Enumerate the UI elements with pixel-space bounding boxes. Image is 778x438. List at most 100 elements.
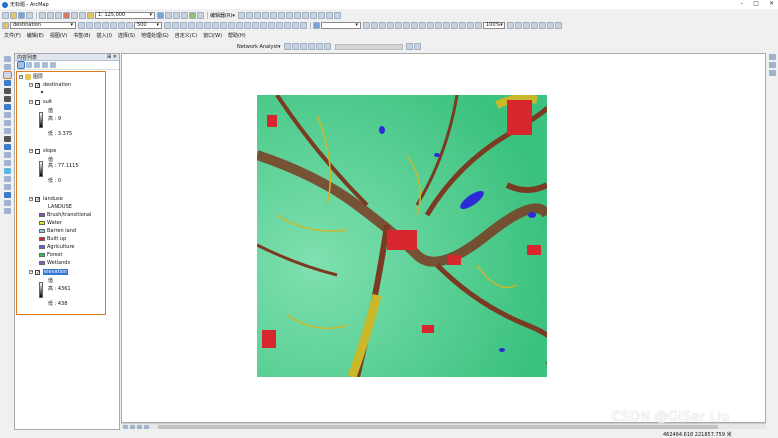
- layer-visibility-checkbox[interactable]: ✓: [35, 82, 40, 88]
- menu-view[interactable]: 视图(V): [50, 32, 67, 39]
- catalog-dock-icon[interactable]: [769, 54, 776, 60]
- viewer-window-icon[interactable]: [4, 208, 11, 214]
- na-tool-icon[interactable]: [299, 43, 307, 50]
- minimize-icon[interactable]: –: [740, 0, 743, 7]
- georef-tool-icon[interactable]: [443, 21, 450, 29]
- georef-tool-icon[interactable]: [451, 21, 458, 29]
- na-window-icon[interactable]: [283, 43, 291, 50]
- pause-drawing-icon[interactable]: [144, 424, 149, 429]
- trace-icon[interactable]: [261, 11, 269, 19]
- collapse-icon[interactable]: −: [29, 100, 33, 104]
- list-by-drawing-order-icon[interactable]: [17, 61, 25, 69]
- map-raster[interactable]: [257, 95, 547, 377]
- maximize-icon[interactable]: □: [753, 0, 759, 7]
- list-by-visibility-icon[interactable]: [34, 62, 40, 68]
- georef-tool-icon[interactable]: [411, 21, 418, 29]
- pan-icon[interactable]: [78, 21, 85, 29]
- raster-tool-icon[interactable]: [260, 21, 267, 29]
- layer-visibility-checkbox[interactable]: ✓: [35, 269, 40, 275]
- raster-tool-icon[interactable]: [180, 21, 187, 29]
- copy-icon[interactable]: [47, 11, 54, 19]
- arctoolbox-icon[interactable]: [189, 11, 196, 19]
- full-extent-tool-icon[interactable]: [4, 80, 11, 86]
- sketch-properties-icon[interactable]: [325, 11, 333, 19]
- split-icon[interactable]: [301, 11, 309, 19]
- point-icon[interactable]: [269, 11, 277, 19]
- zoom-in-icon[interactable]: [4, 56, 11, 62]
- na-tool-icon[interactable]: [323, 43, 331, 50]
- layout-tool-icon[interactable]: [547, 21, 554, 29]
- find-icon[interactable]: [4, 176, 11, 182]
- georef-tool-icon[interactable]: [419, 21, 426, 29]
- arctoolbox-dock-icon[interactable]: [769, 70, 776, 76]
- edit-vertices-icon[interactable]: [277, 11, 285, 19]
- network-analyst-menu[interactable]: Network Analyst▾: [237, 44, 281, 50]
- paste-icon[interactable]: [55, 11, 62, 19]
- search-window-icon[interactable]: [181, 11, 188, 19]
- georef-tool-icon[interactable]: [475, 21, 482, 29]
- menu-bookmarks[interactable]: 书签(B): [73, 32, 90, 39]
- zoom-combo[interactable]: 100% ▾: [483, 21, 505, 29]
- select-elements-icon[interactable]: [4, 136, 11, 142]
- na-tool-icon[interactable]: [315, 43, 323, 50]
- georef-tool-icon[interactable]: [403, 21, 410, 29]
- layout-tool-icon[interactable]: [523, 21, 530, 29]
- toc-layer-landuse[interactable]: − ✓ landuse: [29, 196, 63, 202]
- georef-tool-icon[interactable]: [467, 21, 474, 29]
- fixed-zoom-out-tool-icon[interactable]: [4, 96, 11, 102]
- layout-tool-icon[interactable]: [531, 21, 538, 29]
- raster-tool-icon[interactable]: [212, 21, 219, 29]
- collapse-icon[interactable]: −: [19, 74, 23, 79]
- layer-combo[interactable]: destination ▾: [10, 21, 76, 29]
- raster-tool-icon[interactable]: [236, 21, 243, 29]
- attributes-icon[interactable]: [317, 11, 325, 19]
- raster-tool-icon[interactable]: [172, 21, 179, 29]
- find-route-icon[interactable]: [4, 184, 11, 190]
- cut-icon[interactable]: [39, 11, 46, 19]
- create-features-icon[interactable]: [333, 11, 341, 19]
- collapse-icon[interactable]: −: [29, 197, 33, 201]
- go-to-xy-icon[interactable]: [4, 192, 11, 198]
- add-data-icon[interactable]: [87, 11, 94, 19]
- list-by-source-icon[interactable]: [26, 62, 32, 68]
- rotate-icon[interactable]: [309, 11, 317, 19]
- identify-icon[interactable]: [4, 144, 11, 150]
- raster-tool-icon[interactable]: [276, 21, 283, 29]
- time-slider-icon[interactable]: [4, 200, 11, 206]
- menu-selection[interactable]: 选择(S): [118, 32, 135, 39]
- close-icon[interactable]: ✕: [769, 0, 774, 7]
- refresh-icon[interactable]: [137, 424, 142, 429]
- georef-combo[interactable]: ▾: [321, 21, 361, 29]
- zoom-out-icon[interactable]: [4, 64, 11, 70]
- collapse-icon[interactable]: −: [29, 83, 33, 87]
- undo-icon[interactable]: [71, 11, 78, 19]
- raster-tool-icon[interactable]: [204, 21, 211, 29]
- go-back-icon[interactable]: [110, 21, 117, 29]
- scrollbar-thumb[interactable]: [158, 425, 718, 429]
- close-icon[interactable]: ✕: [113, 54, 117, 60]
- layout-tool-icon[interactable]: [539, 21, 546, 29]
- forward-extent-icon[interactable]: [4, 112, 11, 118]
- search-dock-icon[interactable]: [769, 62, 776, 68]
- end-point-arc-icon[interactable]: [253, 11, 261, 19]
- measure-icon[interactable]: [4, 168, 11, 174]
- fixed-zoom-in-icon[interactable]: [94, 21, 101, 29]
- raster-tool-icon[interactable]: [292, 21, 299, 29]
- na-tool-icon[interactable]: [291, 43, 299, 50]
- menu-insert[interactable]: 插入(I): [97, 32, 112, 39]
- globe-icon[interactable]: [313, 21, 320, 29]
- toc-layer-suit[interactable]: − suit: [29, 99, 52, 105]
- menu-help[interactable]: 帮助(H): [228, 32, 246, 39]
- collapse-icon[interactable]: −: [29, 149, 33, 153]
- na-tool-icon[interactable]: [413, 43, 421, 50]
- list-by-selection-icon[interactable]: [42, 62, 48, 68]
- layout-view-icon[interactable]: [130, 424, 135, 429]
- georef-tool-icon[interactable]: [435, 21, 442, 29]
- raster-tool-icon[interactable]: [268, 21, 275, 29]
- na-tool-icon[interactable]: [307, 43, 315, 50]
- georef-tool-icon[interactable]: [387, 21, 394, 29]
- cell-size-icon[interactable]: [126, 21, 133, 29]
- na-tool-icon[interactable]: [405, 43, 413, 50]
- save-icon[interactable]: [18, 11, 25, 19]
- fixed-zoom-out-icon[interactable]: [102, 21, 109, 29]
